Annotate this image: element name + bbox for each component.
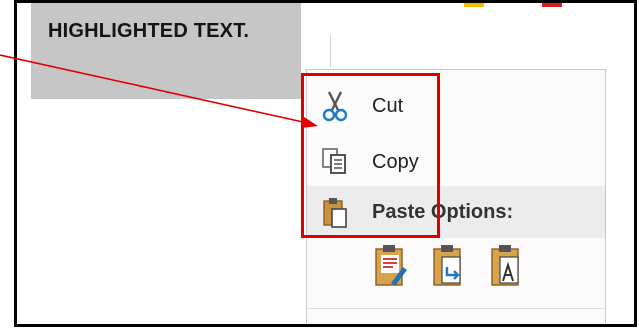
menu-item-paste-options: Paste Options: [307, 186, 605, 238]
menu-separator [307, 308, 605, 309]
paste-icon [316, 193, 354, 231]
divider [330, 35, 331, 67]
copy-icon [316, 143, 354, 181]
menu-item-cut[interactable]: Cut [307, 80, 605, 132]
paste-keep-source-formatting-icon [373, 243, 409, 294]
text-selection-highlight[interactable]: HIGHLIGHTED TEXT. [31, 3, 301, 99]
paste-merge-formatting-icon [431, 243, 467, 294]
scissors-icon [316, 87, 354, 125]
toolbar-mark-red [542, 3, 562, 7]
highlighted-text[interactable]: HIGHLIGHTED TEXT. [48, 20, 249, 43]
paste-keep-text-only-icon [489, 243, 525, 294]
menu-item-copy[interactable]: Copy [307, 136, 605, 188]
document-page: HIGHLIGHTED TEXT. Cut Copy Paste Options… [17, 3, 634, 324]
copy-label: Copy [372, 150, 419, 173]
screenshot-frame: HIGHLIGHTED TEXT. Cut Copy Paste Options… [14, 0, 637, 327]
paste-keep-text-only-button[interactable] [487, 242, 527, 294]
cut-label: Cut [372, 94, 404, 117]
context-menu: Cut Copy Paste Options: [306, 69, 606, 324]
paste-keep-source-formatting-button[interactable] [371, 242, 411, 294]
toolbar-mark-yellow [464, 3, 484, 7]
document-white-area [301, 3, 634, 37]
paste-merge-formatting-button[interactable] [429, 242, 469, 294]
paste-options-row [371, 242, 527, 294]
paste-options-label: Paste Options: [372, 200, 514, 223]
